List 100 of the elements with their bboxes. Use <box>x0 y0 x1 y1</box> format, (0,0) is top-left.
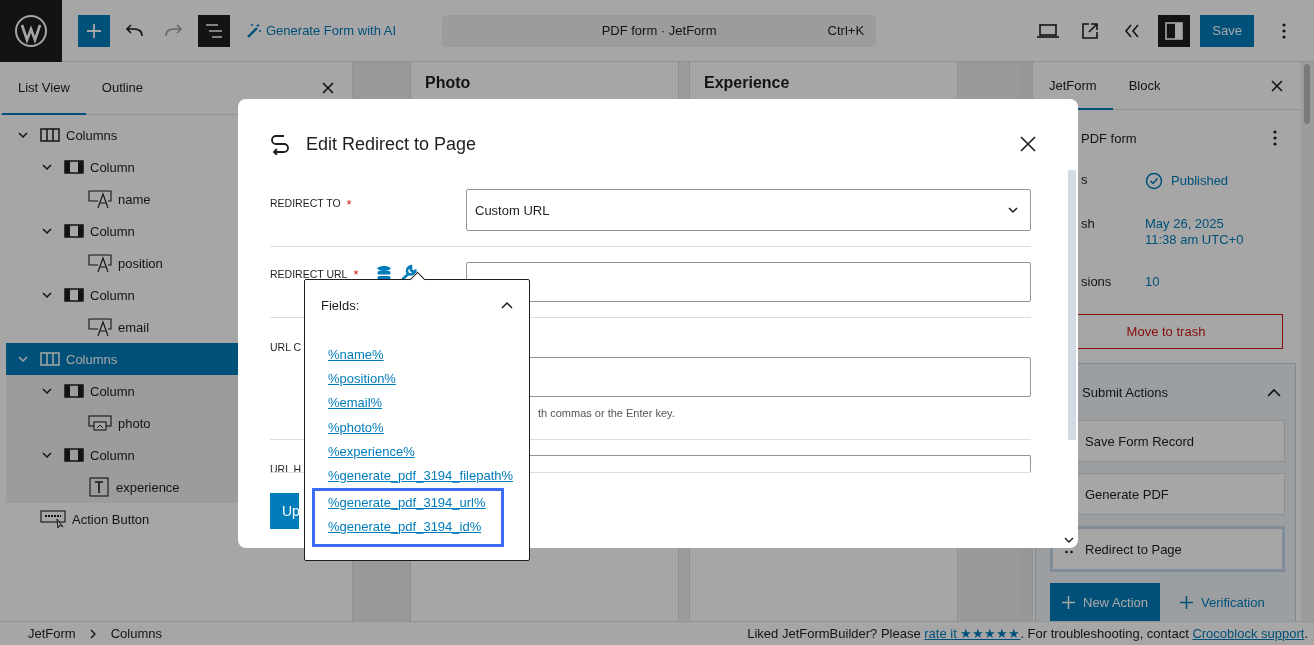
tree-item[interactable]: Action Button <box>6 503 238 535</box>
update-button[interactable]: Up <box>270 493 299 529</box>
tree-item[interactable]: Column <box>6 215 238 247</box>
tree-item[interactable]: email <box>6 311 238 343</box>
macro-link[interactable]: %photo% <box>328 415 384 440</box>
tree-item[interactable]: experience <box>6 471 238 503</box>
required-mark: * <box>353 266 359 282</box>
column-heading: Experience <box>704 74 790 91</box>
chevron-down-icon[interactable] <box>42 451 52 459</box>
panel-title: Submit Actions <box>1082 384 1168 400</box>
column-icon <box>64 447 84 463</box>
tree-item[interactable]: Column <box>6 439 238 471</box>
tree-item[interactable]: Columns <box>6 119 238 151</box>
chevron-down-icon[interactable] <box>42 387 52 395</box>
panel-tab[interactable]: Block <box>1112 62 1177 111</box>
plus-icon <box>1180 595 1194 609</box>
action-item[interactable]: Redirect to Page <box>1050 526 1285 572</box>
macro-link[interactable]: %generate_pdf_3194_url% <box>328 491 486 516</box>
scrollbar[interactable] <box>1068 170 1076 440</box>
redirect-icon <box>270 133 290 155</box>
field-label: sh <box>1080 216 1096 234</box>
status-link[interactable]: Published <box>1171 173 1229 190</box>
field-label: sions <box>1080 274 1113 291</box>
close-icon <box>1020 136 1036 152</box>
macro-link[interactable]: %experience% <box>328 439 415 464</box>
panel-tab[interactable]: List View <box>2 62 86 115</box>
list-view-button[interactable] <box>198 14 230 47</box>
sidebar-icon <box>1165 21 1184 40</box>
external-link-icon <box>1081 21 1100 40</box>
modal-title: Edit Redirect to Page <box>306 133 477 155</box>
magic-wand-icon <box>246 22 262 39</box>
tree-item[interactable]: Column <box>6 375 238 407</box>
text-field-icon <box>88 189 112 209</box>
button-cursor-icon <box>40 509 66 529</box>
macro-link[interactable]: %generate_pdf_3194_filepath% <box>328 464 514 489</box>
chevron-down-icon[interactable] <box>42 163 52 171</box>
save-button[interactable]: Save <box>1200 14 1254 47</box>
macro-link[interactable]: %name% <box>328 343 384 368</box>
curved-arrow-icon <box>124 23 144 38</box>
macro-link[interactable]: %position% <box>328 367 396 392</box>
sidebar-toggle-button[interactable] <box>1158 14 1191 47</box>
scrollbar[interactable] <box>1301 62 1314 621</box>
chevron-down-icon <box>1008 206 1018 214</box>
tree-item[interactable]: name <box>6 183 238 215</box>
chevron-down-icon[interactable] <box>42 227 52 235</box>
redirect-select[interactable]: Custom URL <box>466 189 1031 231</box>
field-label: URL C <box>270 341 302 353</box>
form-title: PDF form <box>1081 130 1137 146</box>
required-mark: * <box>346 197 352 212</box>
plus-icon <box>1062 595 1075 609</box>
vertical-dots-icon <box>1282 22 1286 39</box>
chevron-down-icon[interactable] <box>42 291 52 299</box>
publish-date-link[interactable]: May 26, 2025 11:38 am UTC+0 <box>1145 216 1244 249</box>
double-chevron-icon <box>1124 23 1141 38</box>
field-label: REDIRECT TO <box>270 197 341 209</box>
chevron-down-icon[interactable] <box>18 131 28 139</box>
field-label: REDIRECT URL <box>270 268 348 280</box>
column-icon <box>64 287 84 303</box>
chevron-up-icon[interactable] <box>1267 387 1281 397</box>
tree-item[interactable]: Column <box>6 151 238 183</box>
macro-link[interactable]: %generate_pdf_3194_id% <box>328 515 482 540</box>
plus-icon <box>86 22 102 39</box>
footer-note: Liked JetFormBuilder? Please rate it ★★★★★. For troubleshooting, contact Crocoblock support. <box>747 626 1308 641</box>
macro-link[interactable]: %email% <box>328 391 383 416</box>
command-bar[interactable]: PDF form · JetForm Ctrl+K <box>442 14 877 47</box>
breadcrumb-item[interactable]: Columns <box>110 626 162 641</box>
new-action-button[interactable]: New Action <box>1050 583 1161 621</box>
popover-title: Fields: <box>321 297 360 313</box>
tree-item[interactable]: position <box>6 247 238 279</box>
chevron-right-icon <box>89 628 97 639</box>
add-block-button[interactable] <box>78 14 110 47</box>
image-field-icon <box>88 414 112 432</box>
rate-link[interactable]: rate it ★★★★★ <box>924 626 1021 641</box>
field-label: s <box>1080 172 1089 190</box>
check-circle-icon <box>1145 172 1163 191</box>
generate-form-link[interactable]: Generate Form with AI <box>246 22 397 39</box>
column-icon <box>64 223 84 239</box>
textarea-icon <box>88 476 110 498</box>
revisions-link[interactable]: 10 <box>1145 274 1160 291</box>
more-options-icon[interactable] <box>1273 130 1277 147</box>
tree-item[interactable]: Columns <box>6 343 238 375</box>
close-button[interactable] <box>1020 136 1036 152</box>
breadcrumb-item[interactable]: JetForm <box>28 626 76 641</box>
panel-tab[interactable]: Outline <box>85 62 159 115</box>
tree-item[interactable]: photo <box>6 407 238 439</box>
chevron-down-icon[interactable] <box>1064 537 1074 544</box>
column-heading: Photo <box>425 74 471 91</box>
laptop-icon <box>1037 23 1060 38</box>
column-icon <box>64 159 84 175</box>
columns-icon <box>40 351 60 367</box>
curved-arrow-icon <box>164 23 184 38</box>
tree-item[interactable]: Column <box>6 279 238 311</box>
text-field-icon <box>88 253 112 273</box>
columns-icon <box>40 127 60 143</box>
chevron-up-icon[interactable] <box>501 301 513 309</box>
list-lines-icon <box>205 23 223 38</box>
column-icon <box>64 383 84 399</box>
help-text: th commas or the Enter key. <box>538 407 676 419</box>
text-field-icon <box>88 317 112 337</box>
wordpress-logo-icon[interactable] <box>0 0 62 62</box>
